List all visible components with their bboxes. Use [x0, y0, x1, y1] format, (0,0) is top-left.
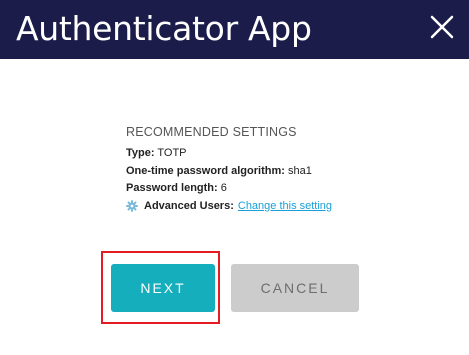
setting-length-value: 6	[220, 182, 227, 194]
setting-length: Password length: 6	[126, 180, 426, 198]
next-button[interactable]: NEXT	[111, 264, 215, 312]
cancel-button[interactable]: CANCEL	[231, 264, 359, 312]
close-icon	[430, 15, 454, 39]
setting-algorithm-value: sha1	[287, 164, 312, 177]
recommended-settings: RECOMMENDED SETTINGS Type: TOTP One-time…	[126, 124, 426, 215]
gear-icon	[126, 200, 138, 213]
setting-algorithm-label: One-time password algorithm:	[126, 164, 285, 177]
settings-heading: RECOMMENDED SETTINGS	[126, 125, 297, 139]
authenticator-dialog: Authenticator App RECOMMENDED SETTINGS T…	[0, 0, 469, 355]
setting-length-label: Password length:	[126, 182, 218, 194]
advanced-users-row: Advanced Users: Change this setting	[126, 198, 426, 216]
advanced-users-label: Advanced Users:	[144, 199, 234, 212]
dialog-title: Authenticator App	[16, 9, 312, 48]
setting-algorithm: One-time password algorithm: sha1	[126, 163, 426, 181]
close-button[interactable]	[429, 14, 455, 40]
setting-type: Type: TOTP	[126, 145, 426, 163]
setting-type-value: TOTP	[157, 147, 187, 159]
setting-type-label: Type:	[126, 147, 155, 159]
dialog-header: Authenticator App	[0, 0, 469, 59]
change-setting-link[interactable]: Change this setting	[238, 198, 332, 216]
